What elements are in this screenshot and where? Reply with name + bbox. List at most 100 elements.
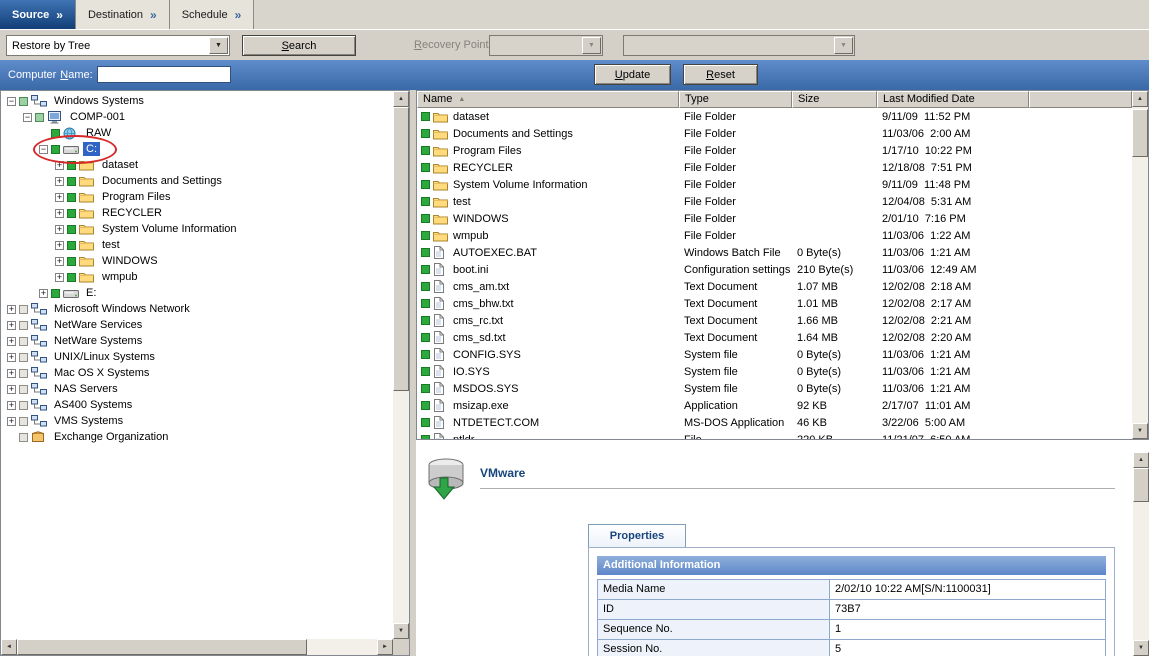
checkbox-checked[interactable]	[421, 299, 430, 308]
checkbox-checked[interactable]	[421, 163, 430, 172]
expand-toggle[interactable]: +	[7, 385, 16, 394]
column-header-type[interactable]: Type	[679, 91, 792, 108]
expand-toggle[interactable]: +	[55, 225, 64, 234]
checkbox-checked[interactable]	[67, 209, 76, 218]
dropdown-arrow-icon[interactable]: ▼	[209, 37, 228, 54]
file-row-recycler[interactable]: RECYCLERFile Folder12/18/08 7:51 PM	[417, 159, 1132, 176]
checkbox-checked[interactable]	[421, 367, 430, 376]
checkbox-empty[interactable]	[19, 337, 28, 346]
tree-item-nas-servers[interactable]: +NAS Servers	[3, 381, 392, 397]
checkbox-checked[interactable]	[421, 282, 430, 291]
checkbox-checked[interactable]	[67, 257, 76, 266]
checkbox-checked[interactable]	[421, 401, 430, 410]
recovery-point-session-select[interactable]: ▼	[623, 35, 855, 56]
tree-item-as400-systems[interactable]: +AS400 Systems	[3, 397, 392, 413]
column-header-name[interactable]: Name ▲	[417, 91, 679, 108]
computer-name-input[interactable]	[97, 66, 231, 83]
expand-toggle[interactable]: +	[55, 209, 64, 218]
file-row-io-sys[interactable]: IO.SYSSystem file0 Byte(s)11/03/06 1:21 …	[417, 363, 1132, 380]
checkbox-checked[interactable]	[51, 289, 60, 298]
file-row-dataset[interactable]: datasetFile Folder9/11/09 11:52 PM	[417, 108, 1132, 125]
update-button[interactable]: Update	[594, 64, 671, 85]
tree-item-program-files[interactable]: +Program Files	[3, 189, 392, 205]
checkbox-empty[interactable]	[19, 385, 28, 394]
checkbox-empty[interactable]	[19, 433, 28, 442]
column-header-modified[interactable]: Last Modified Date	[877, 91, 1029, 108]
expand-toggle[interactable]: +	[55, 177, 64, 186]
tree-vscroll-thumb[interactable]	[393, 107, 409, 391]
expand-toggle[interactable]: +	[7, 369, 16, 378]
expand-toggle[interactable]: +	[7, 353, 16, 362]
scroll-down-button[interactable]: ▼	[1133, 640, 1149, 656]
file-row-windows[interactable]: WINDOWSFile Folder2/01/10 7:16 PM	[417, 210, 1132, 227]
checkbox-checked[interactable]	[67, 273, 76, 282]
scroll-up-button[interactable]: ▲	[1133, 452, 1149, 468]
file-row-test[interactable]: testFile Folder12/04/08 5:31 AM	[417, 193, 1132, 210]
scroll-right-button[interactable]: ►	[377, 639, 393, 655]
reset-button[interactable]: Reset	[683, 64, 758, 85]
recovery-point-date-select[interactable]: ▼	[489, 35, 603, 56]
tree-item-vms-systems[interactable]: +VMS Systems	[3, 413, 392, 429]
checkbox-checked[interactable]	[421, 146, 430, 155]
checkbox-checked[interactable]	[67, 225, 76, 234]
file-row-documents-and-settings[interactable]: Documents and SettingsFile Folder11/03/0…	[417, 125, 1132, 142]
scroll-down-button[interactable]: ▼	[393, 623, 409, 639]
expand-toggle[interactable]: +	[55, 273, 64, 282]
checkbox-checked[interactable]	[421, 384, 430, 393]
expand-toggle[interactable]: +	[7, 337, 16, 346]
tree-hscrollbar[interactable]: ◄ ►	[1, 639, 393, 655]
checkbox-checked[interactable]	[421, 418, 430, 427]
column-header-size[interactable]: Size	[792, 91, 877, 108]
checkbox-checked[interactable]	[51, 145, 60, 154]
checkbox-partial[interactable]	[35, 113, 44, 122]
checkbox-checked[interactable]	[421, 350, 430, 359]
collapse-toggle[interactable]: −	[23, 113, 32, 122]
scroll-up-button[interactable]: ▲	[1132, 91, 1148, 107]
checkbox-empty[interactable]	[19, 353, 28, 362]
tree-hscroll-thumb[interactable]	[17, 639, 307, 655]
tree-item-unix-linux-systems[interactable]: +UNIX/Linux Systems	[3, 349, 392, 365]
file-row-boot-ini[interactable]: boot.iniConfiguration settings210 Byte(s…	[417, 261, 1132, 278]
checkbox-checked[interactable]	[67, 161, 76, 170]
expand-toggle[interactable]: +	[55, 241, 64, 250]
props-vscroll-thumb[interactable]	[1133, 468, 1149, 502]
file-row-ntldr[interactable]: ntldrFile220 KB11/21/07 6:50 AM	[417, 431, 1132, 439]
props-vscrollbar[interactable]: ▲ ▼	[1133, 452, 1149, 656]
list-vscrollbar[interactable]: ▲ ▼	[1132, 91, 1148, 439]
file-row-cms-bhw-txt[interactable]: cms_bhw.txtText Document1.01 MB12/02/08 …	[417, 295, 1132, 312]
tree-item-microsoft-windows-network[interactable]: +Microsoft Windows Network	[3, 301, 392, 317]
file-row-cms-am-txt[interactable]: cms_am.txtText Document1.07 MB12/02/08 2…	[417, 278, 1132, 295]
checkbox-checked[interactable]	[421, 129, 430, 138]
checkbox-partial[interactable]	[19, 97, 28, 106]
tree-item-netware-services[interactable]: +NetWare Services	[3, 317, 392, 333]
search-button[interactable]: Search	[242, 35, 356, 56]
checkbox-checked[interactable]	[421, 265, 430, 274]
tree-item-exchange-organization[interactable]: Exchange Organization	[3, 429, 392, 445]
scroll-down-button[interactable]: ▼	[1132, 423, 1148, 439]
expand-toggle[interactable]: +	[7, 321, 16, 330]
tree-item-windows[interactable]: +WINDOWS	[3, 253, 392, 269]
checkbox-empty[interactable]	[19, 369, 28, 378]
checkbox-checked[interactable]	[421, 333, 430, 342]
file-row-ntdetect-com[interactable]: NTDETECT.COMMS-DOS Application46 KB3/22/…	[417, 414, 1132, 431]
tree-item-recycler[interactable]: +RECYCLER	[3, 205, 392, 221]
checkbox-checked[interactable]	[421, 248, 430, 257]
dropdown-arrow-icon[interactable]: ▼	[582, 37, 601, 54]
tree-item-dataset[interactable]: +dataset	[3, 157, 392, 173]
expand-toggle[interactable]: +	[7, 417, 16, 426]
checkbox-empty[interactable]	[19, 401, 28, 410]
scroll-left-button[interactable]: ◄	[1, 639, 17, 655]
tree-item-system-volume-information[interactable]: +System Volume Information	[3, 221, 392, 237]
file-row-cms-sd-txt[interactable]: cms_sd.txtText Document1.64 MB12/02/08 2…	[417, 329, 1132, 346]
tree-item-e[interactable]: +E:	[3, 285, 392, 301]
tab-properties[interactable]: Properties	[588, 524, 686, 547]
tree-item-windows-systems[interactable]: −Windows Systems	[3, 93, 392, 109]
expand-toggle[interactable]: +	[55, 257, 64, 266]
checkbox-checked[interactable]	[67, 241, 76, 250]
list-vscroll-thumb[interactable]	[1132, 109, 1148, 157]
file-row-msdos-sys[interactable]: MSDOS.SYSSystem file0 Byte(s)11/03/06 1:…	[417, 380, 1132, 397]
checkbox-empty[interactable]	[19, 417, 28, 426]
expand-toggle[interactable]: +	[55, 193, 64, 202]
tree-item-mac-os-x-systems[interactable]: +Mac OS X Systems	[3, 365, 392, 381]
collapse-toggle[interactable]: −	[39, 145, 48, 154]
